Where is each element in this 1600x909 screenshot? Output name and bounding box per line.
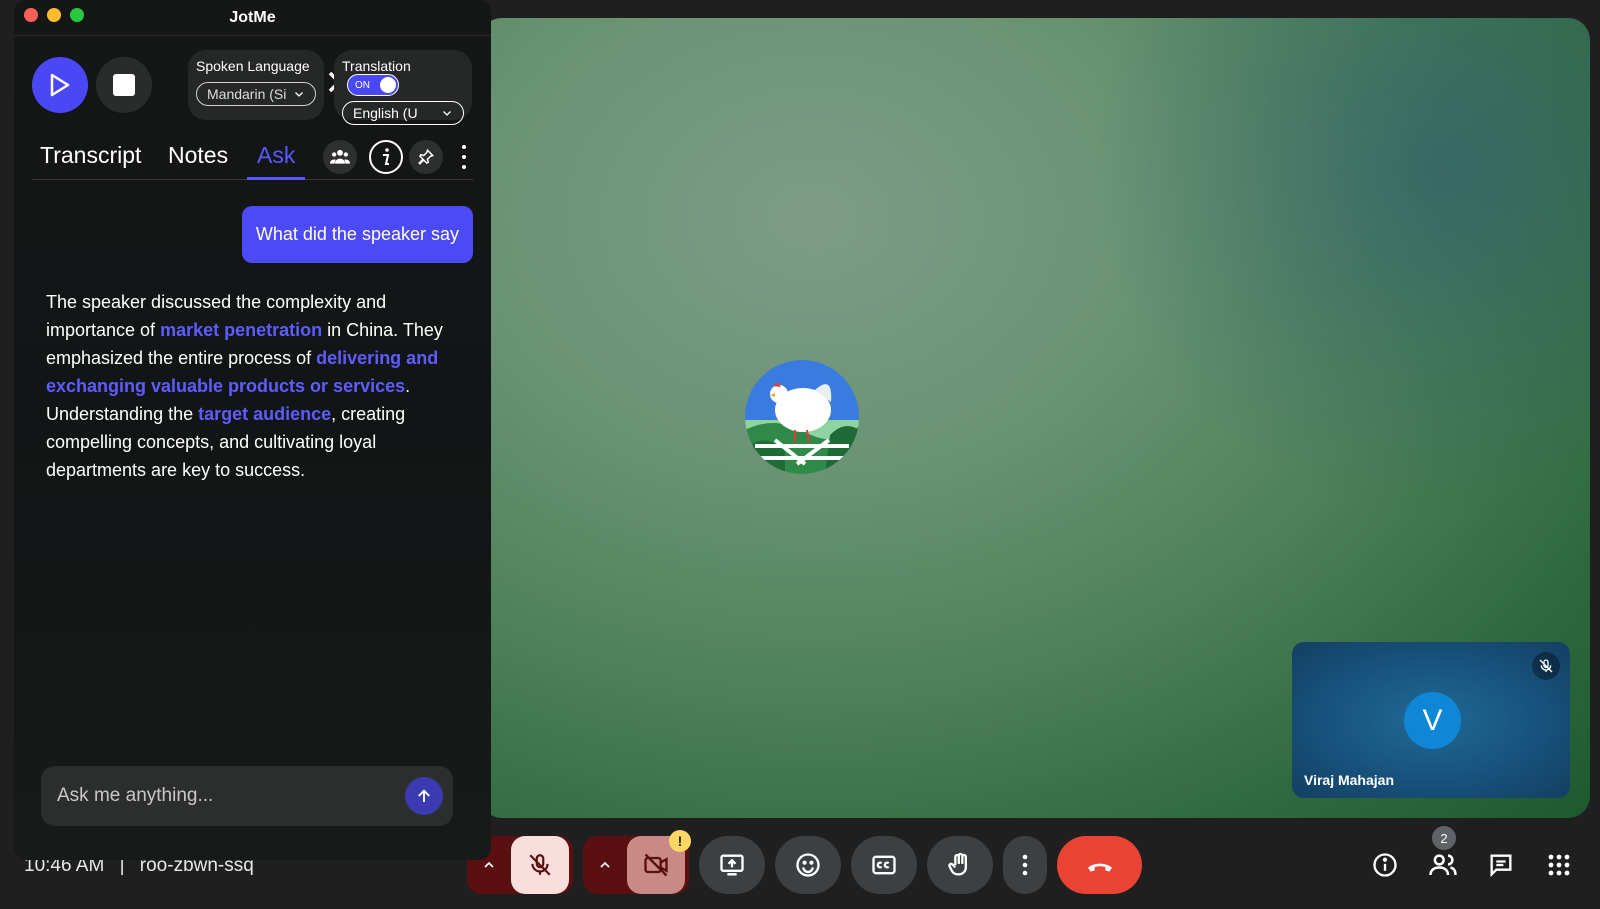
tab-ask[interactable]: Ask (247, 142, 306, 180)
info-italic-icon (383, 148, 390, 165)
kebab-dot (462, 165, 466, 169)
kebab-dot (462, 145, 466, 149)
send-button[interactable] (405, 777, 443, 815)
captions-button[interactable] (851, 836, 917, 894)
chevron-up-icon (484, 861, 494, 868)
answer-highlight: target audience (198, 404, 332, 424)
info-button[interactable] (369, 140, 403, 174)
chevron-up-icon (600, 861, 610, 868)
self-name-label: Viraj Mahajan (1304, 772, 1395, 788)
meeting-details-button[interactable] (1368, 848, 1402, 882)
people-icon (1429, 854, 1457, 876)
spoken-language-label: Spoken Language (196, 58, 310, 74)
participant-count-badge: 2 (1432, 826, 1456, 850)
people-button[interactable]: 2 (1426, 826, 1460, 882)
captions-icon (872, 855, 896, 875)
group-icon (330, 149, 350, 164)
raise-hand-icon (948, 852, 967, 876)
translation-toggle-state: ON (355, 79, 370, 91)
end-call-button[interactable] (1057, 836, 1142, 894)
info-icon (1373, 853, 1397, 877)
participant-avatar-chicken (745, 360, 859, 474)
toggle-knob (380, 77, 396, 93)
self-view-tile[interactable]: V Viraj Mahajan (1292, 642, 1570, 798)
meeting-tools: 2 (1368, 826, 1576, 882)
kebab-dot (462, 155, 466, 159)
app-title: JotMe (229, 9, 276, 26)
apps-grid-icon (1548, 854, 1570, 876)
more-vert-icon (1022, 854, 1028, 876)
translation-box: Translation ON English (U (334, 50, 472, 125)
panel-tabs: Transcript Notes Ask (32, 138, 473, 180)
chicken-illustration-icon (745, 360, 859, 474)
speakers-button[interactable] (323, 140, 357, 174)
play-icon (50, 73, 70, 97)
spoken-language-select[interactable]: Mandarin (Si (196, 82, 316, 106)
translation-header: Translation ON (342, 58, 464, 96)
spoken-language-box: Spoken Language Mandarin (Si (188, 50, 324, 120)
spoken-language-value: Mandarin (Si (207, 86, 287, 102)
more-options-button[interactable] (1003, 836, 1047, 894)
start-recording-button[interactable] (32, 57, 88, 113)
chevron-down-icon (443, 111, 451, 116)
translation-label: Translation (342, 58, 411, 74)
present-screen-icon (720, 854, 744, 876)
mic-off-icon (529, 854, 551, 876)
camera-control-group: ! (583, 830, 691, 894)
ask-input-box (41, 766, 453, 826)
chevron-down-icon (295, 92, 303, 97)
ask-input[interactable] (57, 785, 405, 807)
end-call-icon (1087, 863, 1112, 872)
jotme-panel: JotMe Spoken Language Mandarin (Si Trans (14, 0, 491, 860)
chat-button[interactable] (1484, 848, 1518, 882)
assistant-answer: The speaker discussed the complexity and… (46, 288, 446, 484)
panel-more-menu[interactable] (459, 142, 469, 172)
activities-button[interactable] (1542, 848, 1576, 882)
camera-off-icon (644, 853, 668, 877)
reactions-button[interactable] (775, 836, 841, 894)
mic-toggle-button[interactable] (511, 836, 569, 894)
recording-controls: Spoken Language Mandarin (Si Translation… (32, 50, 473, 125)
self-avatar: V (1404, 692, 1461, 749)
camera-toggle-button[interactable]: ! (627, 830, 691, 894)
translation-language-value: English (U (353, 105, 418, 121)
answer-highlight: market penetration (160, 320, 323, 340)
chat-icon (1490, 854, 1512, 878)
emoji-icon (796, 853, 820, 877)
stop-icon (113, 74, 135, 96)
video-options-button[interactable] (583, 857, 627, 873)
present-screen-button[interactable] (699, 836, 765, 894)
translation-toggle[interactable]: ON (347, 74, 399, 96)
call-controls: ! (467, 830, 1142, 894)
tab-transcript[interactable]: Transcript (40, 142, 141, 180)
pin-button[interactable] (409, 140, 443, 174)
arrow-up-icon (418, 789, 430, 802)
translation-language-select[interactable]: English (U (342, 101, 464, 125)
tab-notes[interactable]: Notes (168, 142, 228, 180)
raise-hand-button[interactable] (927, 836, 993, 894)
window-titlebar: JotMe (14, 0, 491, 36)
camera-warning-badge: ! (669, 830, 691, 852)
stop-recording-button[interactable] (96, 57, 152, 113)
pin-icon (418, 148, 435, 165)
self-mic-off-icon (1532, 652, 1560, 680)
user-question-bubble: What did the speaker say (241, 206, 473, 263)
